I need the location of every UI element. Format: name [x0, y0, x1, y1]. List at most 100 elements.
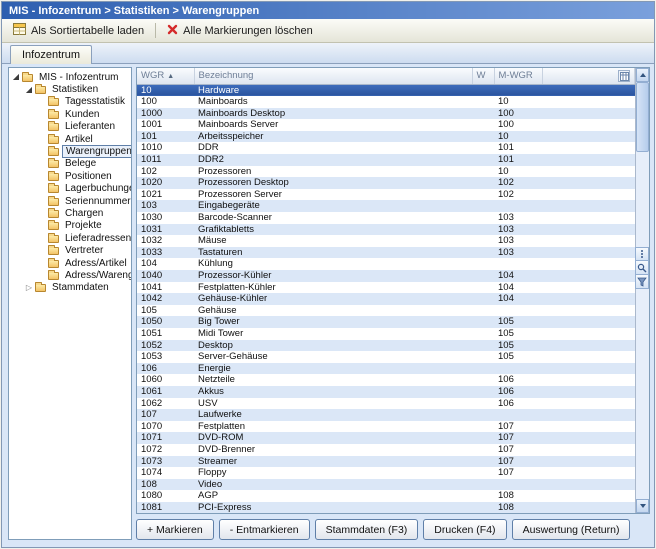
table-row[interactable]: 1072DVD-Brenner107 [137, 444, 635, 456]
cell-wgr: 1060 [137, 374, 194, 386]
tree-item-lieferadressen[interactable]: Lieferadressen [9, 232, 131, 244]
tree-item-artikel[interactable]: Artikel [9, 133, 131, 145]
table-row[interactable]: 1033Tastaturen103 [137, 247, 635, 259]
tree-item-adress-artikel[interactable]: Adress/Artikel [9, 257, 131, 269]
app-window: MIS - Infozentrum > Statistiken > Wareng… [1, 1, 655, 548]
als-sortiertabelle-laden-button[interactable]: Als Sortiertabelle laden [6, 21, 151, 41]
tree-item-mis-infozentrum[interactable]: MIS - Infozentrum [9, 71, 131, 83]
table-row[interactable]: 103Eingabegeräte [137, 200, 635, 212]
tree-item-label: Statistiken [49, 84, 101, 95]
table-row[interactable]: 1081PCI-Express108 [137, 502, 635, 513]
column-header-bezeichnung[interactable]: Bezeichnung [194, 68, 472, 84]
table-row[interactable]: 100Mainboards10 [137, 96, 635, 108]
column-settings-icon[interactable] [618, 70, 630, 82]
tab-infozentrum[interactable]: Infozentrum [10, 45, 92, 64]
folder-icon [48, 136, 59, 144]
tree-item-chargen[interactable]: Chargen [9, 207, 131, 219]
table-row[interactable]: 101Arbeitsspeicher10 [137, 131, 635, 143]
table-row[interactable]: 1021Prozessoren Server102 [137, 189, 635, 201]
drucken-button[interactable]: Drucken (F4) [423, 519, 506, 540]
table-row[interactable]: 1040Prozessor-Kühler104 [137, 270, 635, 282]
cell-filler [542, 142, 635, 154]
magnifier-icon[interactable] [635, 261, 649, 275]
cell-w [472, 235, 494, 247]
tree-item-tagesstatistik[interactable]: Tagesstatistik [9, 96, 131, 108]
table-row[interactable]: 1050Big Tower105 [137, 316, 635, 328]
table-row[interactable]: 1041Festplatten-Kühler104 [137, 282, 635, 294]
table-row[interactable]: 1073Streamer107 [137, 456, 635, 468]
table-row[interactable]: 1053Server-Gehäuse105 [137, 351, 635, 363]
cell-bezeichnung: Gehäuse [194, 305, 472, 317]
column-header-mwgr[interactable]: M-WGR [494, 68, 542, 84]
tree-item-positionen[interactable]: Positionen [9, 170, 131, 182]
table-row[interactable]: 1071DVD-ROM107 [137, 432, 635, 444]
column-header-w[interactable]: W [472, 68, 494, 84]
cell-mwgr: 101 [494, 154, 542, 166]
table-row[interactable]: 1001Mainboards Server100 [137, 119, 635, 131]
tree-item-belege[interactable]: Belege [9, 158, 131, 170]
table-row[interactable]: 1030Barcode-Scanner103 [137, 212, 635, 224]
scrollbar-track[interactable] [636, 152, 649, 499]
table-row[interactable]: 1080AGP108 [137, 490, 635, 502]
scrollbar-tools [635, 247, 649, 289]
table-row[interactable]: 1011DDR2101 [137, 154, 635, 166]
vertical-scrollbar[interactable] [635, 68, 649, 513]
cell-filler [542, 177, 635, 189]
cell-wgr: 105 [137, 305, 194, 317]
tree-item-lagerbuchungen[interactable]: Lagerbuchungen [9, 183, 131, 195]
scroll-down-button[interactable] [636, 499, 649, 513]
scroll-up-button[interactable] [636, 68, 649, 82]
table-row[interactable]: 1032Mäuse103 [137, 235, 635, 247]
table-row[interactable]: 1051Midi Tower105 [137, 328, 635, 340]
tree-item-projekte[interactable]: Projekte [9, 220, 131, 232]
tree-item-vertreter[interactable]: Vertreter [9, 244, 131, 256]
tree-item-label: Lagerbuchungen [62, 183, 132, 194]
expand-expander-icon[interactable] [24, 284, 34, 292]
collapse-expander-icon[interactable] [11, 73, 21, 81]
arrow-up-icon [640, 73, 646, 77]
tree-item-kunden[interactable]: Kunden [9, 108, 131, 120]
alle-markierungen-loeschen-button[interactable]: Alle Markierungen löschen [160, 21, 320, 41]
collapse-expander-icon[interactable] [24, 86, 34, 94]
tree-item-adress-warengruppen[interactable]: Adress/Warengruppen [9, 269, 131, 281]
filter-icon[interactable] [635, 275, 649, 289]
table-row[interactable]: 105Gehäuse [137, 305, 635, 317]
table-row[interactable]: 1052Desktop105 [137, 340, 635, 352]
grip-icon[interactable] [635, 247, 649, 261]
table-row[interactable]: 10Hardware [137, 84, 635, 96]
scrollbar-thumb[interactable] [636, 82, 649, 152]
folder-icon [35, 284, 46, 292]
tree-item-warengruppen[interactable]: Warengruppen [9, 145, 131, 157]
table-row[interactable]: 1000Mainboards Desktop100 [137, 108, 635, 120]
table-row[interactable]: 104Kühlung [137, 258, 635, 270]
table-row[interactable]: 108Video [137, 479, 635, 491]
table-row[interactable]: 1031Grafiktabletts103 [137, 224, 635, 236]
table-row[interactable]: 1042Gehäuse-Kühler104 [137, 293, 635, 305]
tree-item-lieferanten[interactable]: Lieferanten [9, 121, 131, 133]
markieren-button[interactable]: + Markieren [136, 519, 214, 540]
table-row[interactable]: 1062USV106 [137, 398, 635, 410]
cell-wgr: 102 [137, 166, 194, 178]
tree-item-statistiken[interactable]: Statistiken [9, 83, 131, 95]
table-row[interactable]: 1074Floppy107 [137, 467, 635, 479]
folder-icon [22, 74, 33, 82]
table-row[interactable]: 1020Prozessoren Desktop102 [137, 177, 635, 189]
table-row[interactable]: 1061Akkus106 [137, 386, 635, 398]
column-header-wgr[interactable]: WGR▲ [137, 68, 194, 84]
table-row[interactable]: 1010DDR101 [137, 142, 635, 154]
table-row[interactable]: 102Prozessoren10 [137, 166, 635, 178]
table-row[interactable]: 106Energie [137, 363, 635, 375]
table-row[interactable]: 1070Festplatten107 [137, 421, 635, 433]
cell-wgr: 101 [137, 131, 194, 143]
stammdaten-button[interactable]: Stammdaten (F3) [315, 519, 419, 540]
cell-mwgr: 10 [494, 166, 542, 178]
entmarkieren-button[interactable]: - Entmarkieren [219, 519, 310, 540]
tree-item-label: Artikel [62, 134, 96, 145]
cell-w [472, 96, 494, 108]
auswertung-button[interactable]: Auswertung (Return) [512, 519, 631, 540]
tree-item-stammdaten[interactable]: Stammdaten [9, 282, 131, 294]
tree-item-seriennummern[interactable]: Seriennummern [9, 195, 131, 207]
table-row[interactable]: 1060Netzteile106 [137, 374, 635, 386]
cell-w [472, 467, 494, 479]
table-row[interactable]: 107Laufwerke [137, 409, 635, 421]
